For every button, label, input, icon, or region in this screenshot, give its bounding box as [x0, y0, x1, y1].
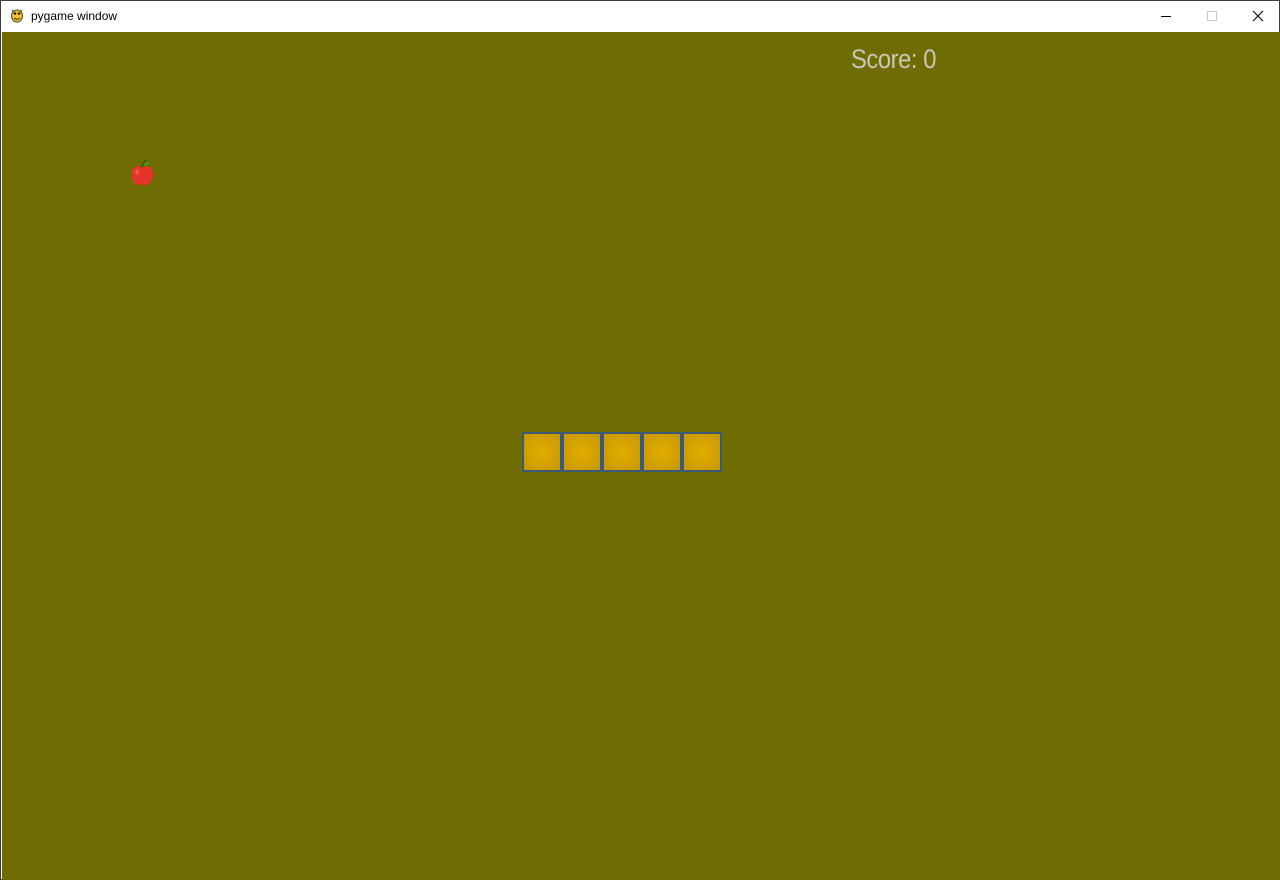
- minimize-button[interactable]: [1143, 1, 1189, 31]
- score-display: Score: 0: [851, 44, 936, 74]
- close-icon: [1252, 10, 1264, 22]
- game-canvas[interactable]: Score: 0: [2, 32, 1280, 880]
- title-bar[interactable]: pygame window: [1, 1, 1279, 31]
- pygame-window: pygame window Score: 0: [0, 0, 1280, 880]
- apple-icon: [131, 159, 153, 186]
- snake-segment: [562, 432, 602, 472]
- maximize-icon: [1207, 11, 1217, 21]
- window-title: pygame window: [31, 9, 118, 23]
- snake-segment: [642, 432, 682, 472]
- snake: [522, 432, 722, 472]
- snake-segment: [602, 432, 642, 472]
- minimize-icon: [1161, 16, 1171, 17]
- close-button[interactable]: [1235, 1, 1280, 31]
- snake-segment: [522, 432, 562, 472]
- maximize-button[interactable]: [1189, 1, 1235, 31]
- pygame-snake-icon: [11, 9, 23, 23]
- snake-head: [682, 432, 722, 472]
